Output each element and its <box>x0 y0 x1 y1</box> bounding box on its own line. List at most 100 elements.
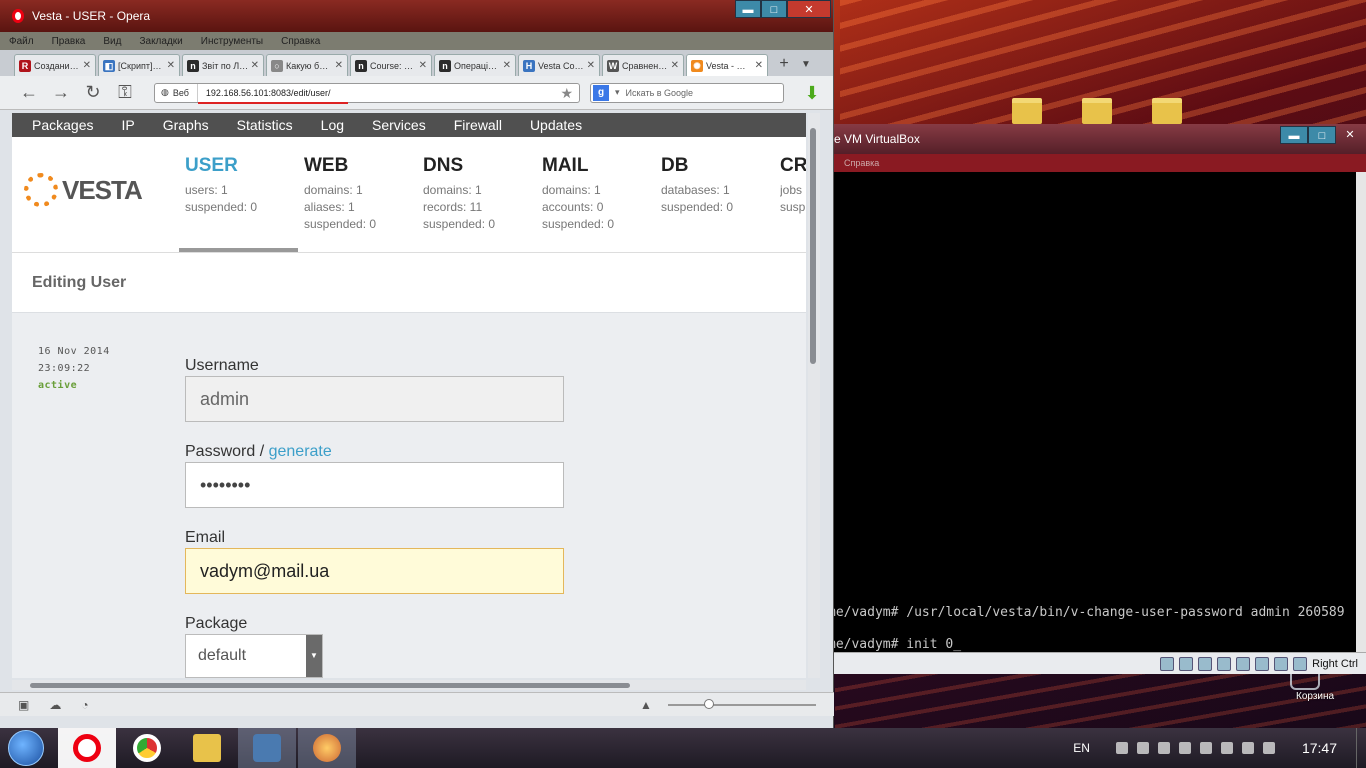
menu-edit[interactable]: Правка <box>43 36 95 47</box>
flag-icon[interactable] <box>1178 742 1191 754</box>
browser-tab[interactable]: H Vesta Co… ✕ <box>518 54 600 76</box>
browser-titlebar[interactable]: Vesta - USER - Opera ▬ □ ✕ <box>0 0 833 32</box>
taskbar-explorer[interactable] <box>178 728 236 768</box>
forward-button[interactable]: → <box>50 82 72 103</box>
clock[interactable]: 17:47 <box>1302 740 1337 756</box>
taskbar-opera[interactable] <box>58 728 116 768</box>
network-icon[interactable] <box>1274 656 1289 671</box>
taskbar-paint[interactable] <box>298 728 356 768</box>
url-text[interactable]: 192.168.56.101:8083/edit/user/ <box>197 88 348 104</box>
turbo-icon[interactable]: ◔ <box>81 698 88 712</box>
minimize-button[interactable]: ▬ <box>1280 126 1308 144</box>
nav-graphs[interactable]: Graphs <box>163 117 209 133</box>
stat-db[interactable]: DB databases: 1 suspended: 0 <box>661 155 771 216</box>
browser-tab[interactable]: ○ Какую б… ✕ <box>266 54 348 76</box>
back-button[interactable]: ← <box>18 82 40 103</box>
nav-services[interactable]: Services <box>372 117 426 133</box>
tab-close-icon[interactable]: ✕ <box>503 60 511 71</box>
volume-icon[interactable] <box>1262 742 1275 754</box>
network-icon[interactable] <box>1115 742 1128 754</box>
taskbar-virtualbox[interactable] <box>238 728 296 768</box>
vesta-logo[interactable]: VESTA <box>24 173 143 207</box>
minimize-button[interactable]: ▬ <box>735 0 761 18</box>
generate-password-link[interactable]: generate <box>269 443 332 460</box>
show-desktop-button[interactable] <box>1356 728 1366 768</box>
taskbar-chrome[interactable] <box>118 728 176 768</box>
browser-tab[interactable]: R Создани… ✕ <box>14 54 96 76</box>
recording-icon[interactable] <box>1255 656 1270 671</box>
browser-tab[interactable]: ✺ Vesta - … ✕ <box>686 54 768 76</box>
tab-close-icon[interactable]: ✕ <box>419 60 427 71</box>
key-icon[interactable]: ⚿ <box>114 82 136 103</box>
start-button[interactable] <box>8 730 44 766</box>
google-icon[interactable]: g <box>593 84 609 101</box>
action-center-icon[interactable] <box>1220 742 1233 754</box>
search-dropdown-icon[interactable]: ▾ <box>615 87 620 98</box>
nav-updates[interactable]: Updates <box>530 117 582 133</box>
menu-file[interactable]: Файл <box>0 36 43 47</box>
menu-view[interactable]: Вид <box>94 36 130 47</box>
close-button[interactable]: ✕ <box>787 0 831 18</box>
browser-tab[interactable]: ◧ [Скрипт]… ✕ <box>98 54 180 76</box>
display-icon[interactable] <box>1236 656 1251 671</box>
nav-log[interactable]: Log <box>321 117 344 133</box>
search-field[interactable]: g ▾ Искать в Google <box>590 82 784 103</box>
cd-icon[interactable] <box>1179 656 1194 671</box>
maximize-button[interactable]: □ <box>761 0 787 18</box>
tab-menu-chevron-icon[interactable]: ▼ <box>796 54 816 76</box>
stat-dns[interactable]: DNS domains: 1 records: 11 suspended: 0 <box>423 155 533 233</box>
nav-ip[interactable]: IP <box>121 117 134 133</box>
chevron-down-icon[interactable]: ▼ <box>306 635 322 677</box>
reload-button[interactable]: ↻ <box>82 82 104 103</box>
shared-folder-icon[interactable] <box>1217 656 1232 671</box>
tab-close-icon[interactable]: ✕ <box>587 60 595 71</box>
tab-close-icon[interactable]: ✕ <box>335 60 343 71</box>
close-button[interactable]: ✕ <box>1336 126 1364 144</box>
mouse-integration-icon[interactable] <box>1293 656 1308 671</box>
battery-icon[interactable] <box>1157 742 1170 754</box>
vertical-scrollbar[interactable] <box>808 113 820 678</box>
address-field[interactable]: ◍ Веб 192.168.56.101:8083/edit/user/ ★ <box>154 82 580 104</box>
hdd-icon[interactable] <box>1160 656 1175 671</box>
menu-help[interactable]: Справка <box>844 158 879 168</box>
folder-icon[interactable] <box>1152 98 1182 124</box>
vm-scrollbar[interactable] <box>1356 172 1366 652</box>
tab-close-icon[interactable]: ✕ <box>671 60 679 71</box>
browser-tab[interactable]: n Звіт по Л… ✕ <box>182 54 264 76</box>
zoom-menu-icon[interactable]: ▲ <box>640 698 652 712</box>
download-icon[interactable]: ⬇ <box>802 83 822 103</box>
password-field[interactable]: •••••••• <box>185 462 564 508</box>
tab-close-icon[interactable]: ✕ <box>251 60 259 71</box>
tab-close-icon[interactable]: ✕ <box>83 60 91 71</box>
scrollbar-thumb[interactable] <box>810 128 816 364</box>
bluetooth-icon[interactable] <box>1199 742 1212 754</box>
folder-icon[interactable] <box>1012 98 1042 124</box>
stat-mail[interactable]: MAIL domains: 1 accounts: 0 suspended: 0 <box>542 155 652 233</box>
zoom-slider[interactable] <box>668 699 816 709</box>
adobe-icon[interactable] <box>1136 742 1149 754</box>
menu-tools[interactable]: Инструменты <box>192 36 272 47</box>
horizontal-scrollbar[interactable] <box>12 680 806 690</box>
site-badge[interactable]: ◍ Веб <box>155 83 198 102</box>
username-field[interactable]: admin <box>185 376 564 422</box>
email-field[interactable]: vadym@mail.ua <box>185 548 564 594</box>
virtualbox-titlebar[interactable]: e VM VirtualBox ▬ □ ✕ <box>834 124 1366 154</box>
folder-icon[interactable] <box>1082 98 1112 124</box>
menu-bookmarks[interactable]: Закладки <box>130 36 191 47</box>
nav-statistics[interactable]: Statistics <box>237 117 293 133</box>
menu-help[interactable]: Справка <box>272 36 329 47</box>
vm-console[interactable]: me/vadym# /usr/local/vesta/bin/v-change-… <box>834 172 1356 652</box>
opera-logo-icon[interactable] <box>12 9 24 23</box>
maximize-button[interactable]: □ <box>1308 126 1336 144</box>
new-tab-button[interactable]: + <box>772 54 796 76</box>
language-indicator[interactable]: EN <box>1073 741 1090 755</box>
browser-tab[interactable]: W Сравнен… ✕ <box>602 54 684 76</box>
stat-cron[interactable]: CR jobs susp <box>780 155 806 216</box>
usb-icon[interactable] <box>1198 656 1213 671</box>
zoom-slider-knob[interactable] <box>704 699 714 709</box>
opera-unite-icon[interactable]: ☁ <box>49 698 61 712</box>
signal-icon[interactable] <box>1241 742 1254 754</box>
package-select[interactable]: default ▼ <box>185 634 323 678</box>
tab-close-icon[interactable]: ✕ <box>755 60 763 71</box>
browser-tab[interactable]: n Course: … ✕ <box>350 54 432 76</box>
